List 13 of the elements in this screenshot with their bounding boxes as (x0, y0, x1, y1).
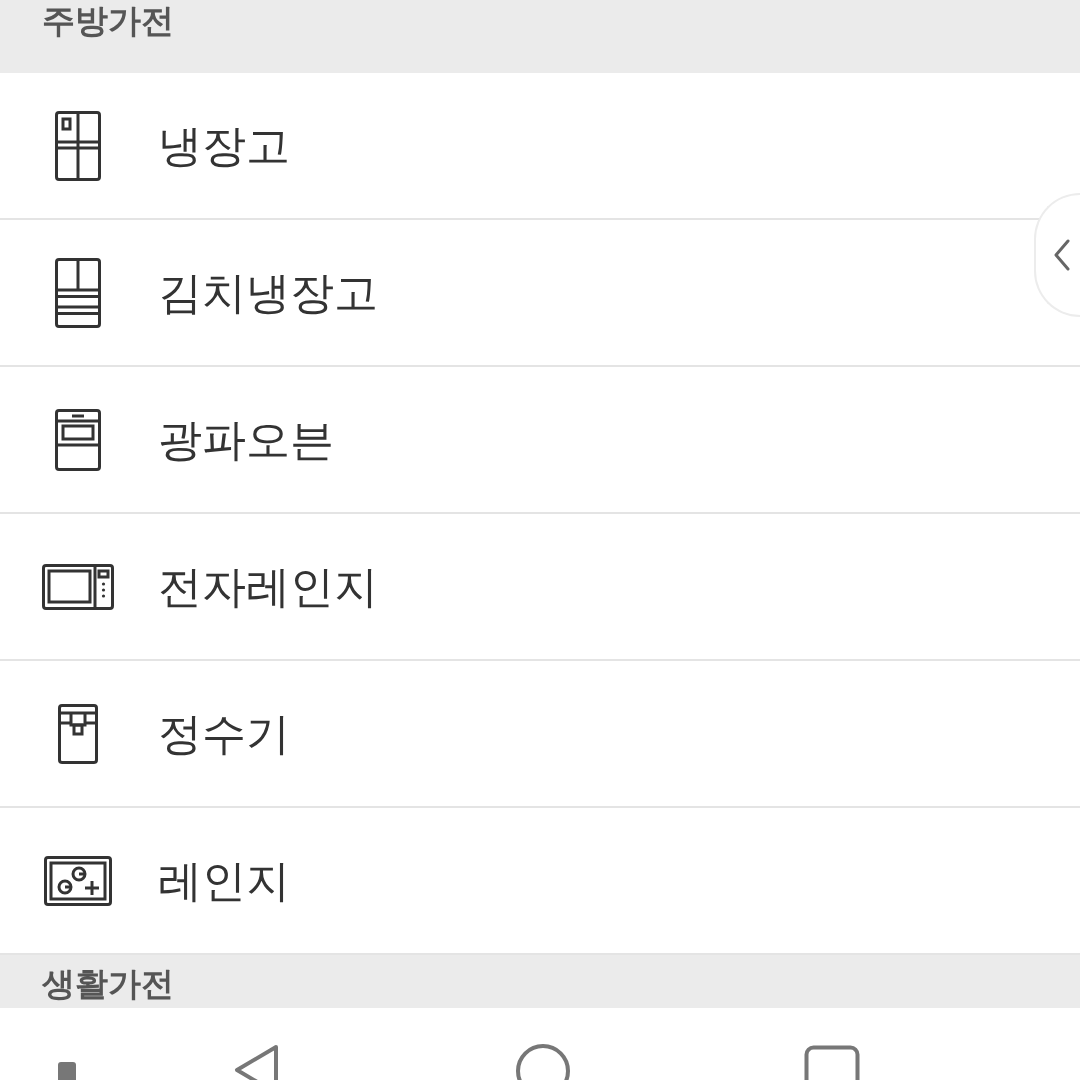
drawer-refrigerator-icon (55, 257, 101, 328)
chevron-left-icon (1054, 239, 1070, 271)
home-button[interactable] (515, 1044, 571, 1080)
home-icon (515, 1044, 571, 1080)
recent-apps-icon (804, 1045, 860, 1080)
microwave-icon (42, 563, 114, 610)
refrigerator-icon (55, 110, 101, 181)
section-title: 주방가전 (42, 0, 174, 42)
water-dispenser-icon (58, 703, 98, 764)
recent-apps-button[interactable] (804, 1045, 860, 1080)
section-title: 생활가전 (42, 963, 174, 1005)
cooktop-icon (44, 855, 112, 906)
oven-icon (55, 408, 101, 471)
